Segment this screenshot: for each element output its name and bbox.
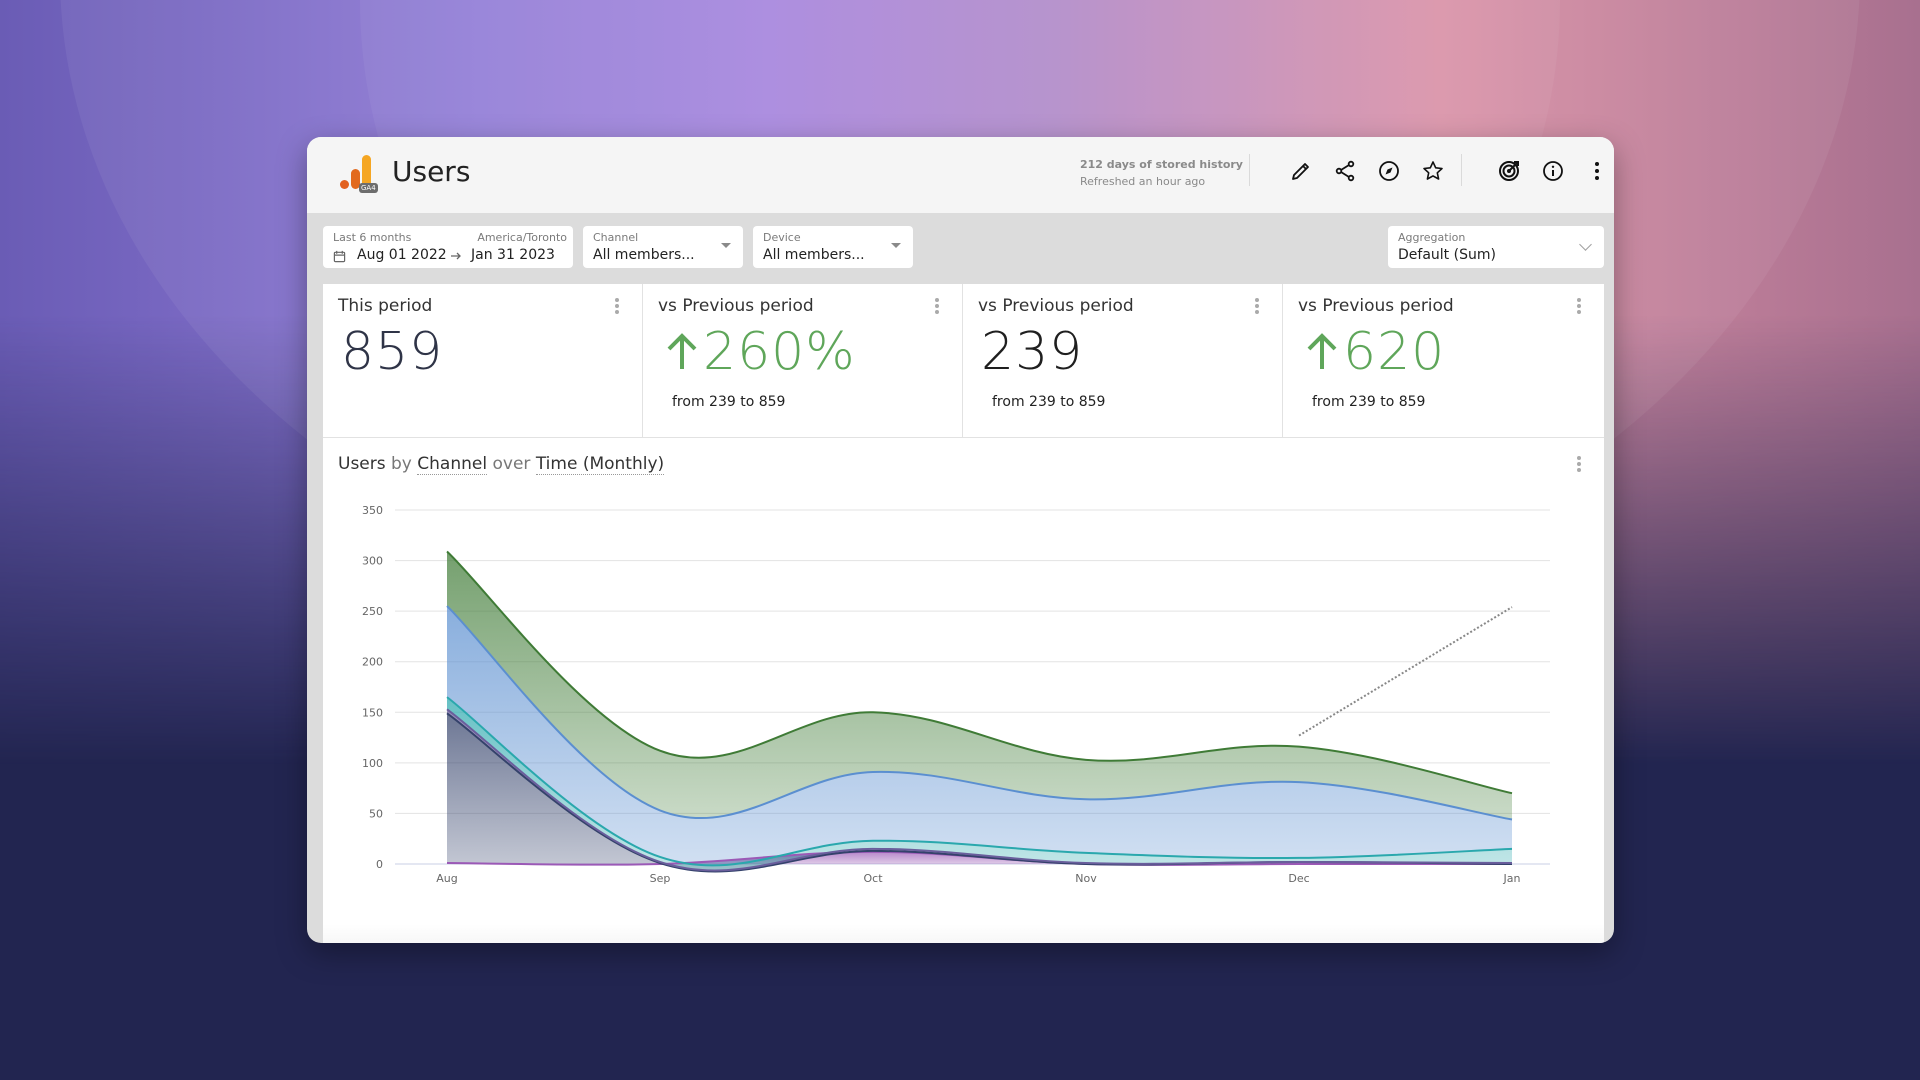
y-tick-label: 200 bbox=[362, 656, 383, 669]
aggregation-select[interactable]: Aggregation Default (Sum) bbox=[1388, 226, 1604, 268]
info-icon[interactable] bbox=[1541, 159, 1565, 183]
channel-filter-label: Channel bbox=[593, 231, 639, 244]
page-title: Users bbox=[392, 155, 471, 188]
x-tick-label: Oct bbox=[863, 872, 883, 885]
header-divider bbox=[1249, 154, 1250, 186]
share-icon[interactable] bbox=[1333, 159, 1357, 183]
line-previous-period bbox=[1298, 606, 1513, 737]
x-tick-label: Nov bbox=[1075, 872, 1097, 885]
dashboard-card: GA4 Users 212 days of stored history Ref… bbox=[307, 137, 1614, 943]
chevron-down-icon bbox=[1579, 238, 1592, 251]
arrow-right-icon bbox=[449, 248, 463, 262]
calendar-icon bbox=[333, 248, 346, 263]
stored-history: 212 days of stored history bbox=[1080, 158, 1243, 171]
more-vertical-icon[interactable] bbox=[1585, 159, 1609, 183]
device-filter[interactable]: Device All members... bbox=[753, 226, 913, 268]
x-tick-label: Dec bbox=[1288, 872, 1309, 885]
header: GA4 Users 212 days of stored history Ref… bbox=[307, 137, 1614, 213]
caret-down-icon bbox=[891, 243, 901, 248]
device-filter-label: Device bbox=[763, 231, 801, 244]
date-start: Aug 01 2022 bbox=[357, 247, 447, 263]
aggregation-label: Aggregation bbox=[1398, 231, 1466, 244]
x-tick-label: Aug bbox=[436, 872, 457, 885]
channel-filter-value: All members... bbox=[593, 247, 695, 263]
header-divider-2 bbox=[1461, 154, 1462, 186]
y-tick-label: 300 bbox=[362, 555, 383, 568]
filter-bar: Last 6 months America/Toronto Aug 01 202… bbox=[307, 213, 1614, 287]
caret-down-icon bbox=[721, 243, 731, 248]
compass-icon[interactable] bbox=[1377, 159, 1401, 183]
y-tick-label: 350 bbox=[362, 504, 383, 517]
content-panel: This period 859 vs Previous period 260% … bbox=[323, 284, 1604, 943]
date-range-label: Last 6 months bbox=[333, 231, 412, 244]
y-tick-label: 100 bbox=[362, 757, 383, 770]
device-filter-value: All members... bbox=[763, 247, 865, 263]
stacked-area-chart: 0 50 100 150 200 250 300 350 Aug Sep Oct Nov Dec Jan bbox=[362, 504, 1550, 885]
channel-filter[interactable]: Channel All members... bbox=[583, 226, 743, 268]
logo-badge: GA4 bbox=[359, 183, 378, 193]
date-range-picker[interactable]: Last 6 months America/Toronto Aug 01 202… bbox=[323, 226, 573, 268]
y-tick-label: 0 bbox=[376, 858, 383, 871]
x-tick-label: Sep bbox=[650, 872, 671, 885]
aggregation-value: Default (Sum) bbox=[1398, 247, 1496, 263]
refresh-status: Refreshed an hour ago bbox=[1080, 175, 1206, 188]
panel-fade bbox=[323, 924, 1604, 943]
target-icon[interactable] bbox=[1497, 159, 1521, 183]
y-tick-label: 250 bbox=[362, 605, 383, 618]
date-end: Jan 31 2023 bbox=[471, 247, 555, 263]
y-tick-label: 50 bbox=[369, 807, 383, 820]
ga4-logo-icon: GA4 bbox=[329, 155, 378, 195]
star-icon[interactable] bbox=[1421, 159, 1445, 183]
pencil-icon[interactable] bbox=[1289, 159, 1313, 183]
y-tick-label: 150 bbox=[362, 706, 383, 719]
x-tick-label: Jan bbox=[1503, 872, 1521, 885]
history-info: 212 days of stored history Refreshed an … bbox=[1080, 156, 1243, 190]
timezone-label: America/Toronto bbox=[477, 231, 567, 244]
